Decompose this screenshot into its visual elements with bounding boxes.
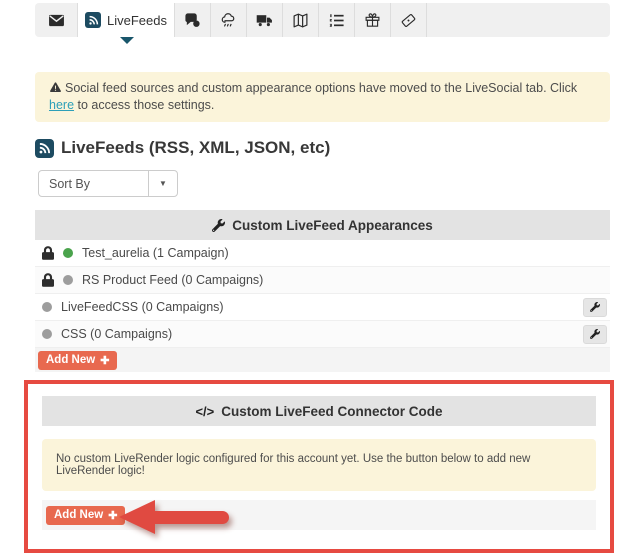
appearance-row[interactable]: RS Product Feed (0 Campaigns): [35, 267, 610, 294]
livefeeds-settings-page: LiveFeeds Social feed sources and custom…: [0, 0, 623, 560]
active-tab-caret-icon: [120, 37, 134, 44]
page-title-row: LiveFeeds (RSS, XML, JSON, etc): [35, 138, 330, 158]
edit-appearance-button[interactable]: [583, 325, 607, 344]
toolbar: LiveFeeds: [35, 3, 610, 37]
status-dot: [63, 275, 73, 285]
code-icon: </>: [195, 404, 214, 419]
chat-bubbles-icon: [184, 12, 201, 29]
connector-header-title: Custom LiveFeed Connector Code: [221, 404, 442, 419]
ordered-list-icon: [328, 12, 345, 29]
connector-code-section: </> Custom LiveFeed Connector Code No cu…: [24, 380, 614, 553]
plus-icon: ✚: [108, 509, 117, 522]
add-new-label: Add New: [46, 354, 95, 366]
edit-appearance-button[interactable]: [583, 298, 607, 317]
appearance-name[interactable]: Test_aurelia (1 Campaign): [82, 246, 229, 260]
appearance-name[interactable]: CSS (0 Campaigns): [61, 327, 172, 341]
connector-empty-notice: No custom LiveRender logic configured fo…: [42, 439, 596, 491]
moved-notice-banner: Social feed sources and custom appearanc…: [35, 72, 610, 122]
lock-icon: [42, 273, 54, 287]
connector-notice-text: No custom LiveRender logic configured fo…: [56, 453, 582, 477]
tab-label: LiveFeeds: [107, 13, 167, 28]
toolbar-item-list[interactable]: [319, 3, 355, 37]
status-dot: [42, 329, 52, 339]
truck-icon: [256, 12, 273, 29]
toolbar-item-gift[interactable]: [355, 3, 391, 37]
appearance-name[interactable]: RS Product Feed (0 Campaigns): [82, 273, 263, 287]
chevron-down-icon: ▼: [159, 179, 167, 188]
warning-icon: [49, 81, 62, 94]
ticket-icon: [400, 12, 417, 29]
dropdown-caret-button[interactable]: ▼: [148, 171, 177, 196]
appearance-row[interactable]: CSS (0 Campaigns): [35, 321, 610, 348]
map-icon: [292, 12, 309, 29]
appearance-row[interactable]: Test_aurelia (1 Campaign): [35, 240, 610, 267]
toolbar-item-ticket[interactable]: [391, 3, 427, 37]
appearances-section: Custom LiveFeed Appearances Test_aurelia…: [35, 210, 610, 372]
appearances-header: Custom LiveFeed Appearances: [35, 210, 610, 240]
cloud-rain-icon: [220, 12, 237, 29]
sort-by-dropdown[interactable]: Sort By ▼: [38, 170, 178, 197]
status-dot: [63, 248, 73, 258]
lock-icon: [42, 246, 54, 260]
wrench-icon: [212, 219, 225, 232]
rss-icon: [35, 139, 54, 158]
page-title: LiveFeeds (RSS, XML, JSON, etc): [61, 138, 330, 158]
status-dot: [42, 302, 52, 312]
tab-livefeeds[interactable]: LiveFeeds: [78, 3, 175, 37]
sort-by-label: Sort By: [39, 177, 148, 191]
wrench-icon: [590, 329, 600, 339]
plus-icon: ✚: [100, 354, 109, 367]
toolbar-item-weather[interactable]: [211, 3, 247, 37]
toolbar-spacer: [427, 3, 610, 37]
appearances-header-title: Custom LiveFeed Appearances: [232, 218, 433, 233]
add-new-appearance-button[interactable]: Add New ✚: [38, 351, 117, 370]
add-new-connector-row: Add New ✚: [42, 500, 596, 530]
toolbar-item-delivery[interactable]: [247, 3, 283, 37]
toolbar-item-chat[interactable]: [175, 3, 211, 37]
appearance-row[interactable]: LiveFeedCSS (0 Campaigns): [35, 294, 610, 321]
here-link[interactable]: here: [49, 98, 74, 112]
toolbar-item-mail[interactable]: [35, 3, 78, 37]
appearance-name[interactable]: LiveFeedCSS (0 Campaigns): [61, 300, 224, 314]
add-new-label: Add New: [54, 509, 103, 521]
gift-icon: [364, 12, 381, 29]
rss-icon: [85, 12, 101, 28]
banner-text-before: Social feed sources and custom appearanc…: [65, 81, 577, 95]
toolbar-item-map[interactable]: [283, 3, 319, 37]
connector-header: </> Custom LiveFeed Connector Code: [42, 396, 596, 426]
wrench-icon: [590, 302, 600, 312]
envelope-icon: [48, 12, 65, 29]
add-new-appearance-row: Add New ✚: [35, 348, 610, 372]
add-new-connector-button[interactable]: Add New ✚: [46, 506, 125, 525]
banner-text-after: to access those settings.: [74, 98, 214, 112]
